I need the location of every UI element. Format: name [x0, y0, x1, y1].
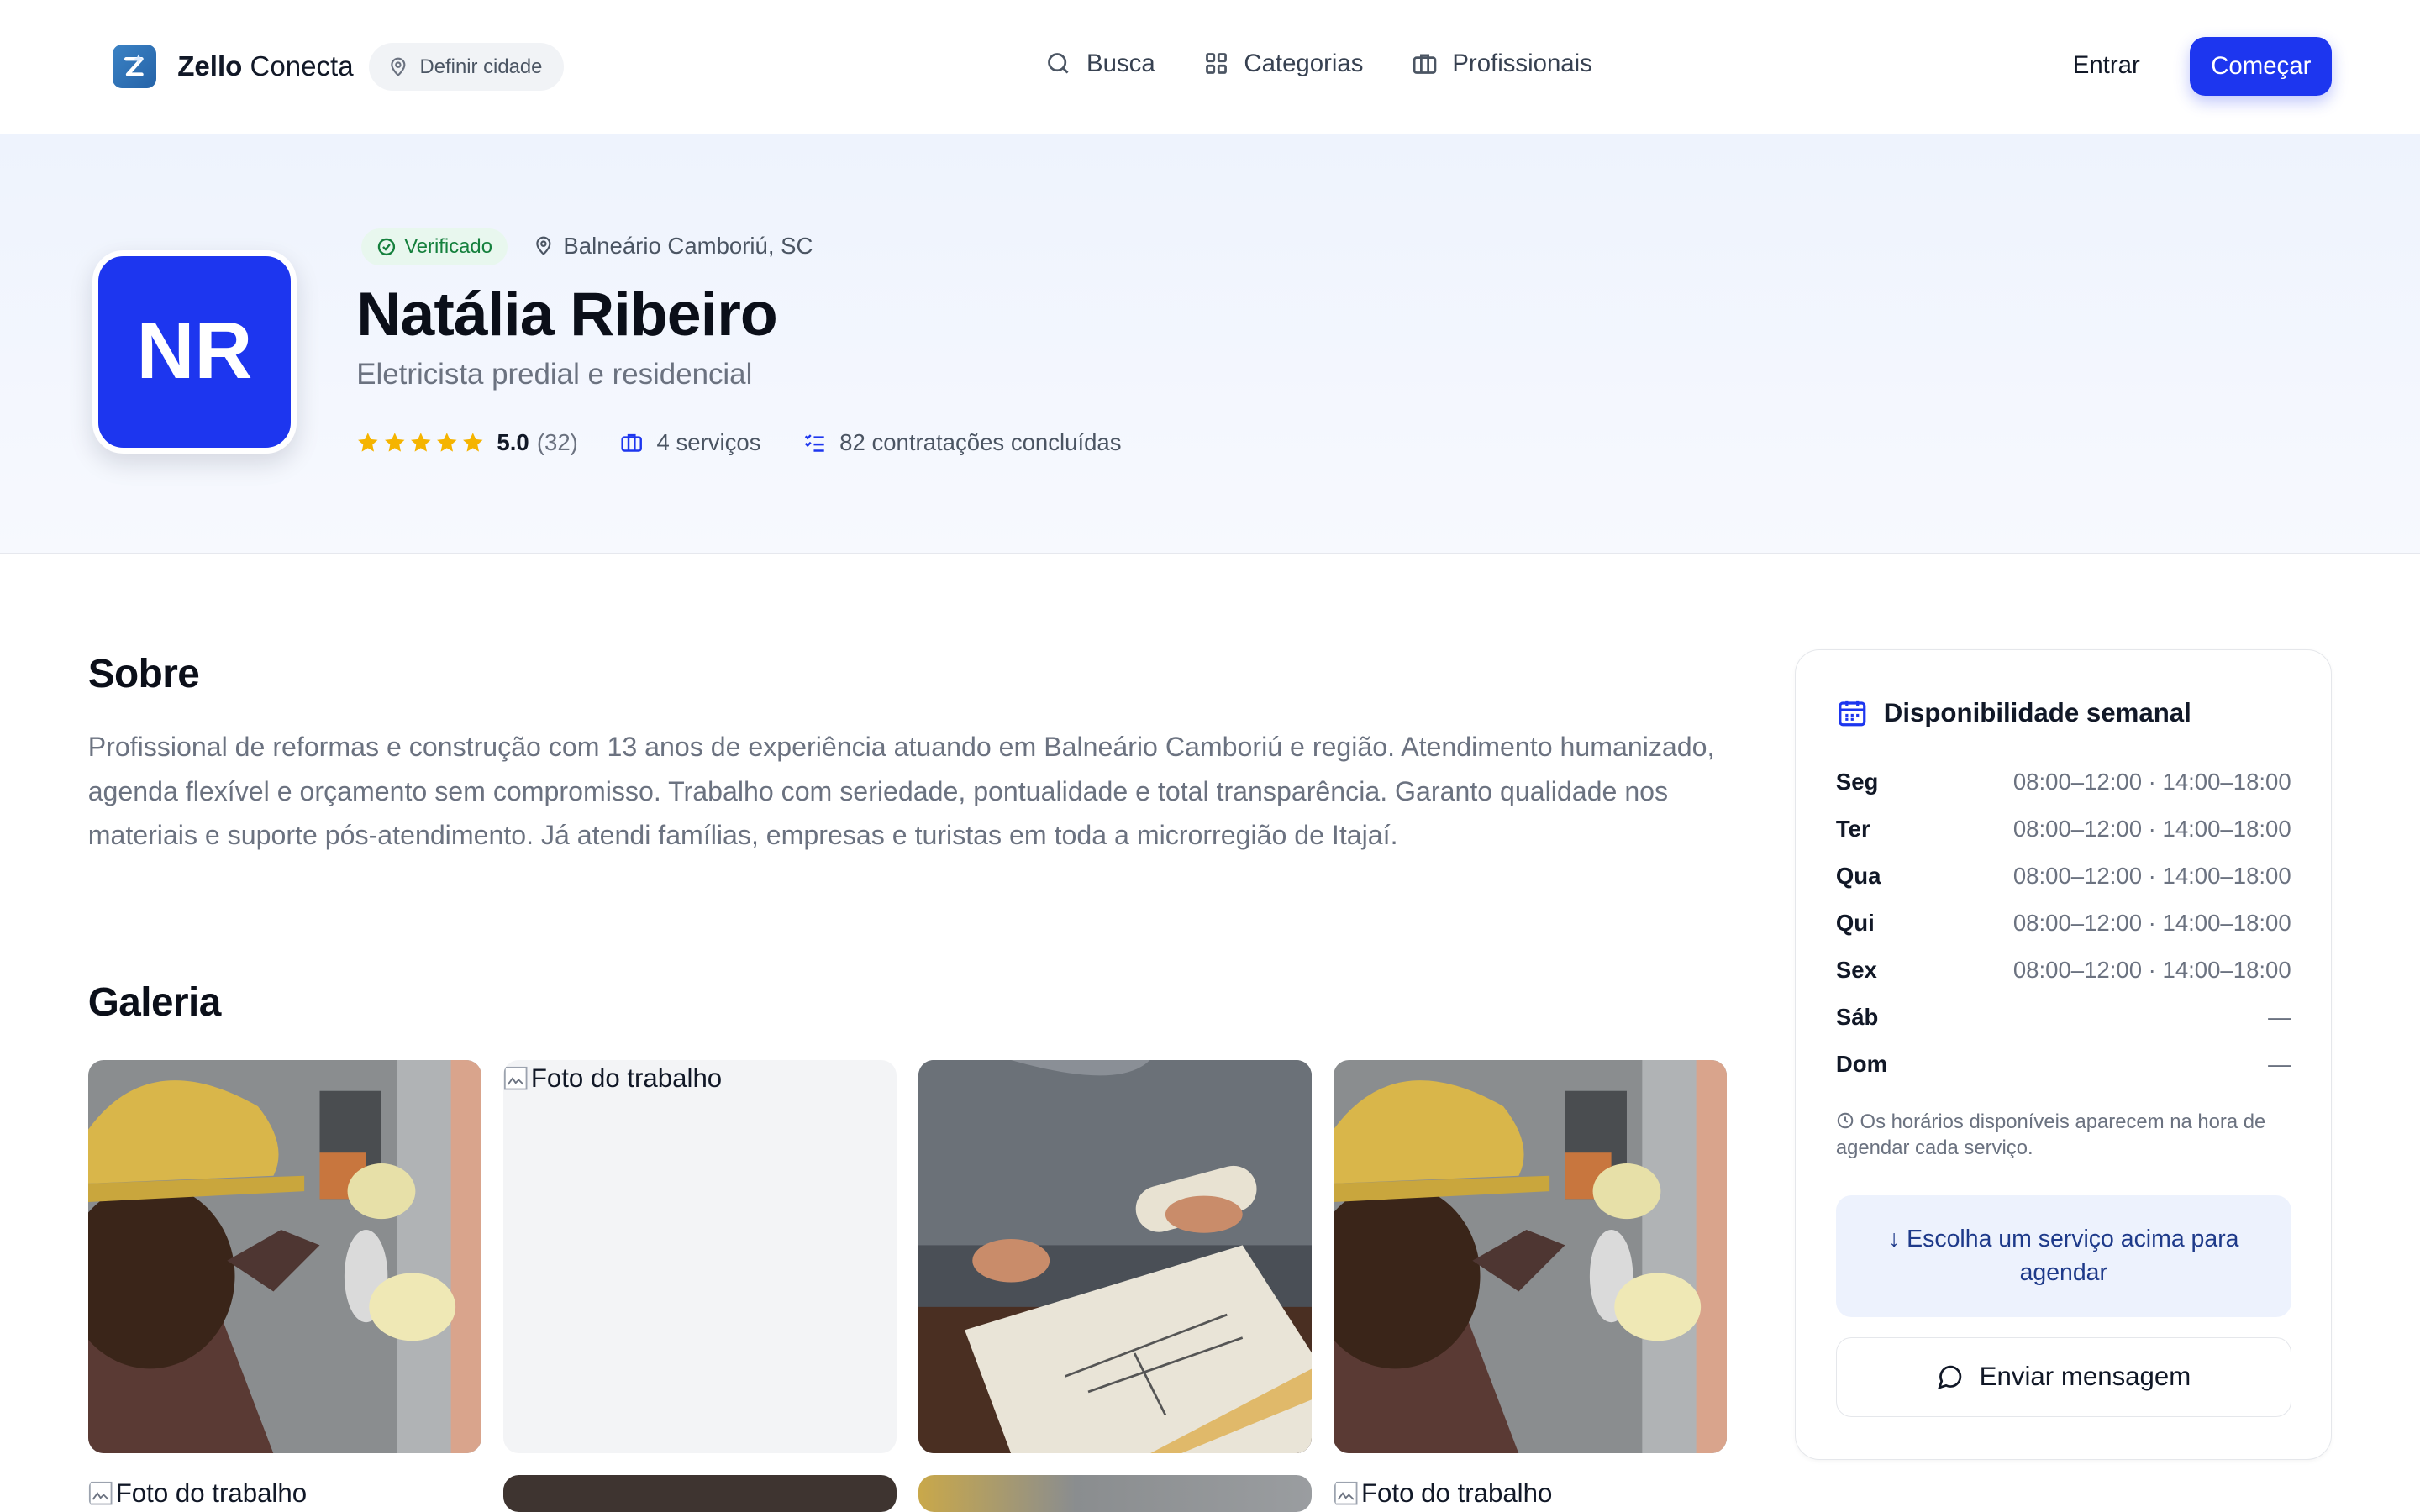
star-icon — [410, 433, 431, 452]
hires-stat: 82 contratações concluídas — [802, 428, 1122, 456]
availability-note: Os horários disponíveis aparecem na hora… — [1836, 1109, 2291, 1161]
profile-location: Balneário Camboriú, SC — [533, 233, 813, 260]
schedule-hours: — — [2268, 1050, 2291, 1077]
schedule-hours: 08:00–12:00 · 14:00–18:00 — [2012, 768, 2291, 795]
gallery-image-broken[interactable]: Foto do trabalho — [502, 1059, 897, 1454]
schedule-day: Ter — [1835, 815, 1870, 842]
availability-note-text: Os horários disponíveis aparecem na hora… — [1835, 1110, 2266, 1159]
verified-badge: Verificado — [360, 228, 508, 265]
nav-profissionais[interactable]: Profissionais — [1411, 50, 1592, 78]
schedule-row: Dom — — [1836, 1041, 2291, 1088]
about-text: Profissional de reformas e construção co… — [87, 732, 1715, 850]
gallery-title: Galeria — [87, 980, 222, 1026]
schedule-hours: 08:00–12:00 · 14:00–18:00 — [2012, 909, 2291, 936]
profile-name: Natália Ribeiro — [356, 278, 777, 349]
profile-profession: Eletricista predial e residencial — [356, 358, 753, 391]
location-label: Balneário Camboriú, SC — [563, 233, 813, 260]
avatar: NR — [92, 249, 297, 454]
set-city-label: Definir cidade — [419, 55, 543, 78]
star-icon — [437, 433, 457, 452]
schedule-row: Qua 08:00–12:00 · 14:00–18:00 — [1836, 853, 2291, 900]
schedule-row: Sáb — — [1836, 994, 2291, 1041]
set-city-button[interactable]: Definir cidade — [368, 43, 565, 92]
nav-categorias-label: Categorias — [1244, 49, 1364, 77]
rating-value: 5.0 — [497, 428, 529, 455]
message-icon — [1938, 1365, 1962, 1389]
schedule-hours: 08:00–12:00 · 14:00–18:00 — [2012, 862, 2291, 889]
nav-busca[interactable]: Busca — [1044, 50, 1155, 78]
schedule-day: Dom — [1835, 1050, 1888, 1077]
calendar-icon — [1839, 701, 1866, 727]
star-icon — [463, 433, 483, 452]
schedule-row: Sex 08:00–12:00 · 14:00–18:00 — [1836, 947, 2291, 994]
hires-count: 82 contratações concluídas — [839, 428, 1122, 455]
schedule-row: Qui 08:00–12:00 · 14:00–18:00 — [1836, 900, 2291, 947]
weekly-schedule: Seg 08:00–12:00 · 14:00–18:00 Ter 08:00–12… — [1836, 759, 2291, 1088]
search-icon — [1048, 53, 1069, 74]
send-message-button[interactable]: Enviar mensagem — [1835, 1336, 2291, 1418]
star-icon — [384, 433, 404, 452]
schedule-row: Ter 08:00–12:00 · 14:00–18:00 — [1836, 806, 2291, 853]
login-button[interactable]: Entrar — [2073, 51, 2140, 80]
schedule-day: Qua — [1835, 862, 1881, 889]
availability-title-text: Disponibilidade semanal — [1883, 697, 2191, 727]
clock-icon — [1837, 1112, 1854, 1128]
briefcase-icon — [1413, 54, 1437, 75]
top-navbar: Zello Conecta Definir cidade Busca Categ… — [0, 0, 2420, 134]
broken-image-alt: Foto do trabalho — [530, 1063, 723, 1093]
nav-profissionais-label: Profissionais — [1452, 49, 1592, 77]
broken-image: Foto do trabalho — [88, 1478, 307, 1509]
schedule-row: Seg 08:00–12:00 · 14:00–18:00 — [1836, 759, 2291, 806]
schedule-hours: 08:00–12:00 · 14:00–18:00 — [2012, 956, 2291, 983]
gallery-image-photo-6[interactable] — [918, 1474, 1313, 1512]
availability-title: Disponibilidade semanal — [1836, 696, 2191, 729]
broken-image-alt: Foto do trabalho — [115, 1478, 308, 1508]
get-started-button[interactable]: Começar — [2190, 37, 2333, 96]
grid-icon — [1205, 53, 1227, 75]
brand-bold: Zello — [177, 50, 243, 82]
verified-label: Verificado — [404, 234, 492, 258]
schedule-day: Sáb — [1835, 1003, 1879, 1030]
send-message-label: Enviar mensagem — [1979, 1362, 2191, 1392]
gallery-image-electrician-2[interactable] — [1333, 1059, 1728, 1454]
broken-image: Foto do trabalho — [503, 1063, 722, 1094]
profile-stats: 5.0 (32) 4 serviços 82 contratações conc… — [356, 428, 1122, 456]
availability-card: Disponibilidade semanal Seg 08:00–12:00 ·… — [1795, 649, 2333, 1460]
check-circle-icon — [377, 238, 396, 256]
broken-image-alt: Foto do trabalho — [1360, 1478, 1553, 1508]
schedule-day: Qui — [1835, 909, 1875, 936]
nav-categorias[interactable]: Categorias — [1202, 49, 1364, 78]
services-count: 4 serviços — [656, 428, 761, 455]
schedule-day: Sex — [1835, 956, 1877, 983]
brand-rest: Conecta — [250, 50, 354, 82]
about-title: Sobre — [87, 652, 200, 697]
review-count: (32) — [536, 428, 578, 455]
checklist-icon — [804, 434, 824, 452]
gallery-image-photo-5[interactable] — [502, 1474, 897, 1512]
broken-image-icon — [503, 1066, 528, 1090]
star-rating — [356, 431, 484, 454]
gallery-image-electrician[interactable] — [87, 1059, 482, 1454]
gallery-image-broken-2[interactable]: Foto do trabalho — [88, 1475, 481, 1512]
broken-image-icon — [88, 1481, 113, 1505]
broken-image-icon — [1334, 1481, 1358, 1505]
briefcase-icon — [621, 433, 643, 452]
star-icon — [358, 433, 378, 452]
brand-name[interactable]: Zello Conecta — [177, 51, 353, 83]
map-pin-icon — [535, 237, 551, 256]
nav-busca-label: Busca — [1086, 49, 1155, 77]
schedule-hours: — — [2268, 1003, 2291, 1030]
schedule-day: Seg — [1835, 768, 1879, 795]
gallery-image-broken-3[interactable]: Foto do trabalho — [1334, 1475, 1727, 1512]
map-pin-icon — [391, 57, 406, 76]
broken-image: Foto do trabalho — [1334, 1478, 1552, 1509]
choose-service-hint: ↓ Escolha um serviço acima para agendar — [1835, 1194, 2291, 1317]
logo-icon[interactable] — [113, 45, 156, 88]
services-stat: 4 serviços — [619, 428, 761, 456]
gallery-image-blueprint[interactable] — [918, 1059, 1313, 1454]
schedule-hours: 08:00–12:00 · 14:00–18:00 — [2012, 815, 2291, 842]
